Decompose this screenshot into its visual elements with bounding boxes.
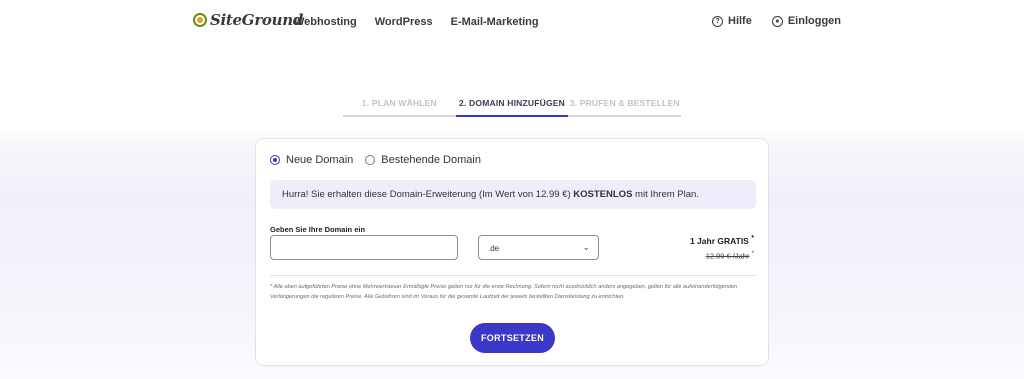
price-asterisk: * (751, 234, 754, 242)
question-circle-icon: ? (712, 15, 723, 27)
nav-email-marketing[interactable]: E-Mail-Marketing (451, 16, 539, 28)
radio-new-domain[interactable]: Neue Domain (270, 154, 353, 166)
price-old-text: 12.99 € /Jahr (705, 251, 750, 261)
price-old-asterisk: * (751, 250, 754, 257)
price-old: 12.99 € /Jahr * (706, 250, 754, 261)
continue-button[interactable]: FORTSETZEN (470, 323, 555, 353)
logo-text: SiteGround (210, 11, 304, 29)
promo-text: Hurra! Sie erhalten diese Domain-Erweite… (282, 189, 574, 200)
checkout-steps: 1. PLAN WÄHLEN 2. DOMAIN HINZUFÜGEN 3. P… (343, 98, 682, 117)
login-link[interactable]: ● Einloggen (771, 15, 842, 27)
tld-select[interactable]: .de ⌄ (478, 235, 599, 260)
help-link[interactable]: ? Hilfe (712, 15, 752, 27)
domain-type-radios: Neue Domain Bestehende Domain (270, 154, 481, 166)
radio-existing-domain[interactable]: Bestehende Domain (365, 154, 481, 166)
radio-existing-domain-label: Bestehende Domain (381, 154, 481, 166)
price-free-text: 1 Jahr GRATIS (689, 235, 749, 246)
promo-suffix: mit Ihrem Plan. (632, 189, 699, 200)
promo-banner: Hurra! Sie erhalten diese Domain-Erweite… (270, 180, 756, 209)
domain-input[interactable] (270, 235, 458, 260)
logo-mark-icon (193, 13, 207, 27)
nav-wordpress[interactable]: WordPress (375, 16, 433, 28)
domain-field-label: Geben Sie Ihre Domain ein (270, 225, 366, 234)
price-disclaimer: * Alle oben aufgeführten Preise ohne Meh… (270, 284, 738, 300)
promo-free-label: KOSTENLOS (573, 189, 633, 200)
radio-unselected-icon (365, 155, 376, 165)
domain-card: Neue Domain Bestehende Domain Hurra! Sie… (255, 138, 769, 366)
divider (270, 275, 756, 276)
chevron-down-icon: ⌄ (582, 242, 590, 252)
nav-webhosting[interactable]: Webhosting (294, 16, 357, 28)
price-free: 1 Jahr GRATIS * (690, 234, 754, 246)
main-nav: Webhosting WordPress E-Mail-Marketing (294, 16, 539, 28)
radio-selected-icon (270, 155, 280, 165)
header-actions: ? Hilfe ● Einloggen (712, 15, 841, 27)
step-add-domain: 2. DOMAIN HINZUFÜGEN (455, 98, 569, 117)
step-choose-plan: 1. PLAN WÄHLEN (343, 98, 456, 117)
radio-new-domain-label: Neue Domain (286, 154, 354, 166)
tld-selected-value: .de (488, 244, 500, 253)
step-review-order: 3. PRÜFEN & BESTELLEN (568, 98, 682, 117)
siteground-logo[interactable]: SiteGround (193, 10, 303, 30)
help-label: Hilfe (728, 15, 752, 27)
login-label: Einloggen (787, 15, 842, 27)
user-circle-icon: ● (771, 15, 783, 27)
site-header: SiteGround Webhosting WordPress E-Mail-M… (0, 0, 1024, 46)
